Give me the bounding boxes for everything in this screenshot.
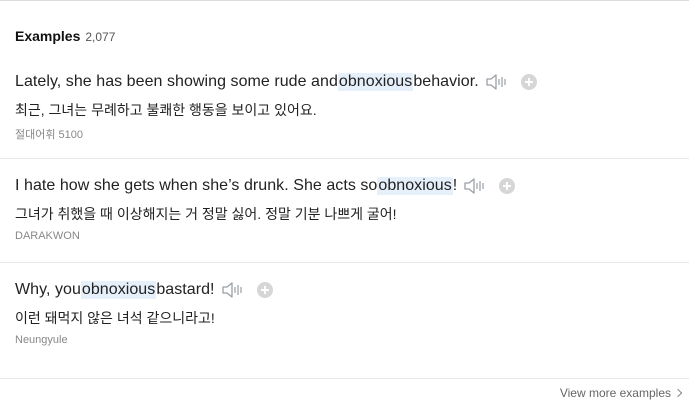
speaker-icon[interactable]: [221, 281, 245, 299]
chevron-right-icon: [673, 388, 683, 398]
examples-header: Examples 2,077: [15, 28, 115, 44]
example-source: Neungyule: [15, 334, 68, 346]
example-text-before: I hate how she gets when she’s drunk. Sh…: [15, 177, 378, 194]
example-korean: 그녀가 취했을 때 이상해지는 거 정말 싫어. 정말 기분 나쁘게 굴어!: [15, 206, 397, 222]
examples-title: Examples: [15, 28, 81, 44]
speaker-icon[interactable]: [463, 177, 487, 195]
example-source: 절대어휘 5100: [15, 129, 84, 141]
speaker-icon[interactable]: [485, 73, 509, 91]
top-divider: [0, 0, 689, 1]
example-source: DARAKWON: [15, 230, 80, 242]
example-english: Why, you obnoxious bastard!: [15, 281, 273, 299]
example-text-before: Lately, she has been showing some rude a…: [15, 73, 338, 90]
example-text-before: Why, you: [15, 281, 81, 298]
examples-count: 2,077: [85, 30, 116, 44]
example-divider: [0, 158, 689, 159]
example-divider: [0, 262, 689, 263]
footer-divider: [0, 378, 689, 379]
view-more-label: View more examples: [559, 386, 671, 400]
example-text-after: behavior.: [413, 73, 479, 90]
example-korean: 최근, 그녀는 무례하고 불쾌한 행동을 보이고 있어요.: [15, 102, 317, 118]
highlighted-word[interactable]: obnoxious: [377, 177, 453, 195]
add-to-wordlist-icon[interactable]: [520, 74, 537, 90]
example-english: I hate how she gets when she’s drunk. Sh…: [15, 177, 516, 195]
view-more-examples-link[interactable]: View more examples: [559, 386, 683, 400]
example-text-after: !: [452, 177, 458, 194]
example-english: Lately, she has been showing some rude a…: [15, 73, 537, 91]
highlighted-word[interactable]: obnoxious: [80, 281, 157, 299]
add-to-wordlist-icon[interactable]: [499, 178, 516, 194]
example-text-after: bastard!: [156, 281, 215, 298]
example-korean: 이런 돼먹지 않은 녀석 같으니라고!: [15, 310, 215, 326]
highlighted-word[interactable]: obnoxious: [337, 73, 414, 91]
add-to-wordlist-icon[interactable]: [256, 282, 273, 298]
